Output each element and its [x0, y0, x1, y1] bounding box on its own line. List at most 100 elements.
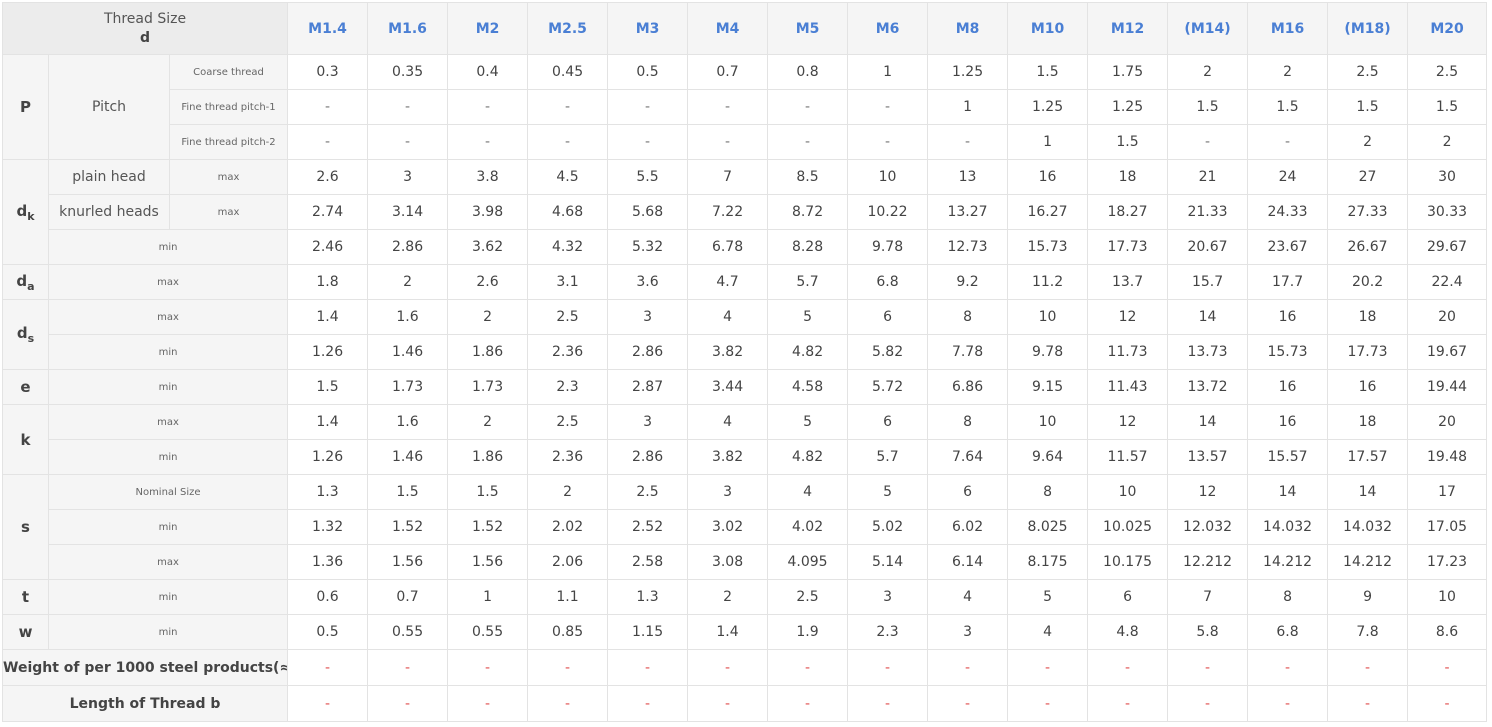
value-cell: - [847, 124, 929, 160]
footer-value: - [767, 685, 849, 722]
value-cell: 13.72 [1167, 369, 1249, 405]
footer-value: - [1327, 649, 1409, 686]
value-cell: 4 [687, 404, 769, 440]
value-cell: 1.26 [287, 334, 369, 370]
value-cell: 1.5 [367, 474, 449, 510]
value-cell: 21 [1167, 159, 1249, 195]
value-cell: 0.5 [287, 614, 369, 650]
value-cell: 27.33 [1327, 194, 1409, 230]
value-cell: 2 [527, 474, 609, 510]
footer-value: - [607, 649, 689, 686]
parameter-label: plain head [48, 159, 170, 195]
value-cell: 9 [1327, 579, 1409, 615]
footer-label: Length of Thread b [1, 685, 289, 722]
value-cell: 14.212 [1247, 544, 1329, 580]
value-cell: 18.27 [1087, 194, 1169, 230]
value-cell: 0.5 [607, 54, 689, 90]
value-cell: 2 [447, 404, 529, 440]
value-cell: 0.3 [287, 54, 369, 90]
value-cell: 7.8 [1327, 614, 1409, 650]
value-cell: 6.8 [1247, 614, 1329, 650]
value-cell: 1.86 [447, 334, 529, 370]
size-header: M1.6 [367, 2, 449, 55]
value-cell: 1.52 [367, 509, 449, 545]
value-cell: 2.5 [527, 404, 609, 440]
value-cell: 15.73 [1007, 229, 1089, 265]
value-cell: 1.4 [287, 404, 369, 440]
footer-value: - [1007, 649, 1089, 686]
size-header: M1.4 [287, 2, 369, 55]
value-cell: 6 [927, 474, 1009, 510]
value-cell: 6 [847, 404, 929, 440]
value-cell: 3 [607, 299, 689, 335]
value-cell: 24 [1247, 159, 1329, 195]
value-cell: 12 [1087, 299, 1169, 335]
value-cell: 12.212 [1167, 544, 1249, 580]
value-cell: 5.7 [847, 439, 929, 475]
value-cell: 1.15 [607, 614, 689, 650]
value-cell: 5.02 [847, 509, 929, 545]
value-cell: 20 [1407, 404, 1488, 440]
footer-value: - [287, 685, 369, 722]
value-cell: 6 [1087, 579, 1169, 615]
value-cell: 3.44 [687, 369, 769, 405]
value-cell: 1.9 [767, 614, 849, 650]
value-cell: 0.45 [527, 54, 609, 90]
value-cell: 6.78 [687, 229, 769, 265]
symbol-letter: w [18, 623, 33, 641]
footer-label: Weight of per 1000 steel products(≈kg) [1, 649, 289, 686]
footer-value: - [847, 685, 929, 722]
value-cell: 2.74 [287, 194, 369, 230]
value-cell: 0.6 [287, 579, 369, 615]
footer-value: - [1007, 685, 1089, 722]
value-cell: 8.28 [767, 229, 849, 265]
value-cell: 8 [1007, 474, 1089, 510]
value-cell: 19.44 [1407, 369, 1488, 405]
tolerance-label: min [47, 614, 289, 650]
value-cell: 5.32 [607, 229, 689, 265]
size-header: M2 [447, 2, 529, 55]
tolerance-label: max [168, 194, 289, 230]
value-cell: 16 [1247, 299, 1329, 335]
value-cell: 10.175 [1087, 544, 1169, 580]
value-cell: 19.48 [1407, 439, 1488, 475]
value-cell: 2.3 [527, 369, 609, 405]
footer-value: - [607, 685, 689, 722]
value-cell: 16 [1247, 369, 1329, 405]
parameter-label: Pitch [48, 54, 170, 160]
value-cell: 3.02 [687, 509, 769, 545]
value-cell: 2.86 [607, 334, 689, 370]
footer-value: - [1407, 685, 1488, 722]
value-cell: 6.8 [847, 264, 929, 300]
symbol-subscript: a [27, 279, 35, 293]
value-cell: 5.7 [767, 264, 849, 300]
footer-value: - [1087, 685, 1169, 722]
value-cell: 3.8 [447, 159, 529, 195]
value-cell: - [527, 89, 609, 125]
value-cell: 10.025 [1087, 509, 1169, 545]
symbol-subscript: s [27, 332, 35, 345]
value-cell: 2 [1167, 54, 1249, 90]
value-cell: 3 [927, 614, 1009, 650]
value-cell: 1.5 [447, 474, 529, 510]
tolerance-label: Fine thread pitch-1 [168, 89, 289, 125]
symbol-letter: k [20, 430, 31, 449]
table-row: min 2.46 2.86 3.62 4.32 5.32 6.78 8.28 9.78 12.73… [3, 229, 1488, 265]
symbol-letter: P [20, 98, 31, 116]
value-cell: - [287, 89, 369, 125]
value-cell: 3.82 [687, 439, 769, 475]
symbol-letter: e [20, 378, 31, 396]
value-cell: 15.73 [1247, 334, 1329, 370]
value-cell: 30.33 [1407, 194, 1488, 230]
value-cell: 10 [1407, 579, 1488, 615]
footer-row: Weight of per 1000 steel products(≈kg) - -… [1, 649, 1488, 686]
value-cell: - [1167, 124, 1249, 160]
value-cell: 13.57 [1167, 439, 1249, 475]
value-cell: - [367, 124, 449, 160]
footer-value: - [447, 685, 529, 722]
value-cell: 15.7 [1167, 264, 1249, 300]
value-cell: - [767, 124, 849, 160]
value-cell: 7.22 [687, 194, 769, 230]
value-cell: 9.78 [847, 229, 929, 265]
footer-value: - [1327, 685, 1409, 722]
